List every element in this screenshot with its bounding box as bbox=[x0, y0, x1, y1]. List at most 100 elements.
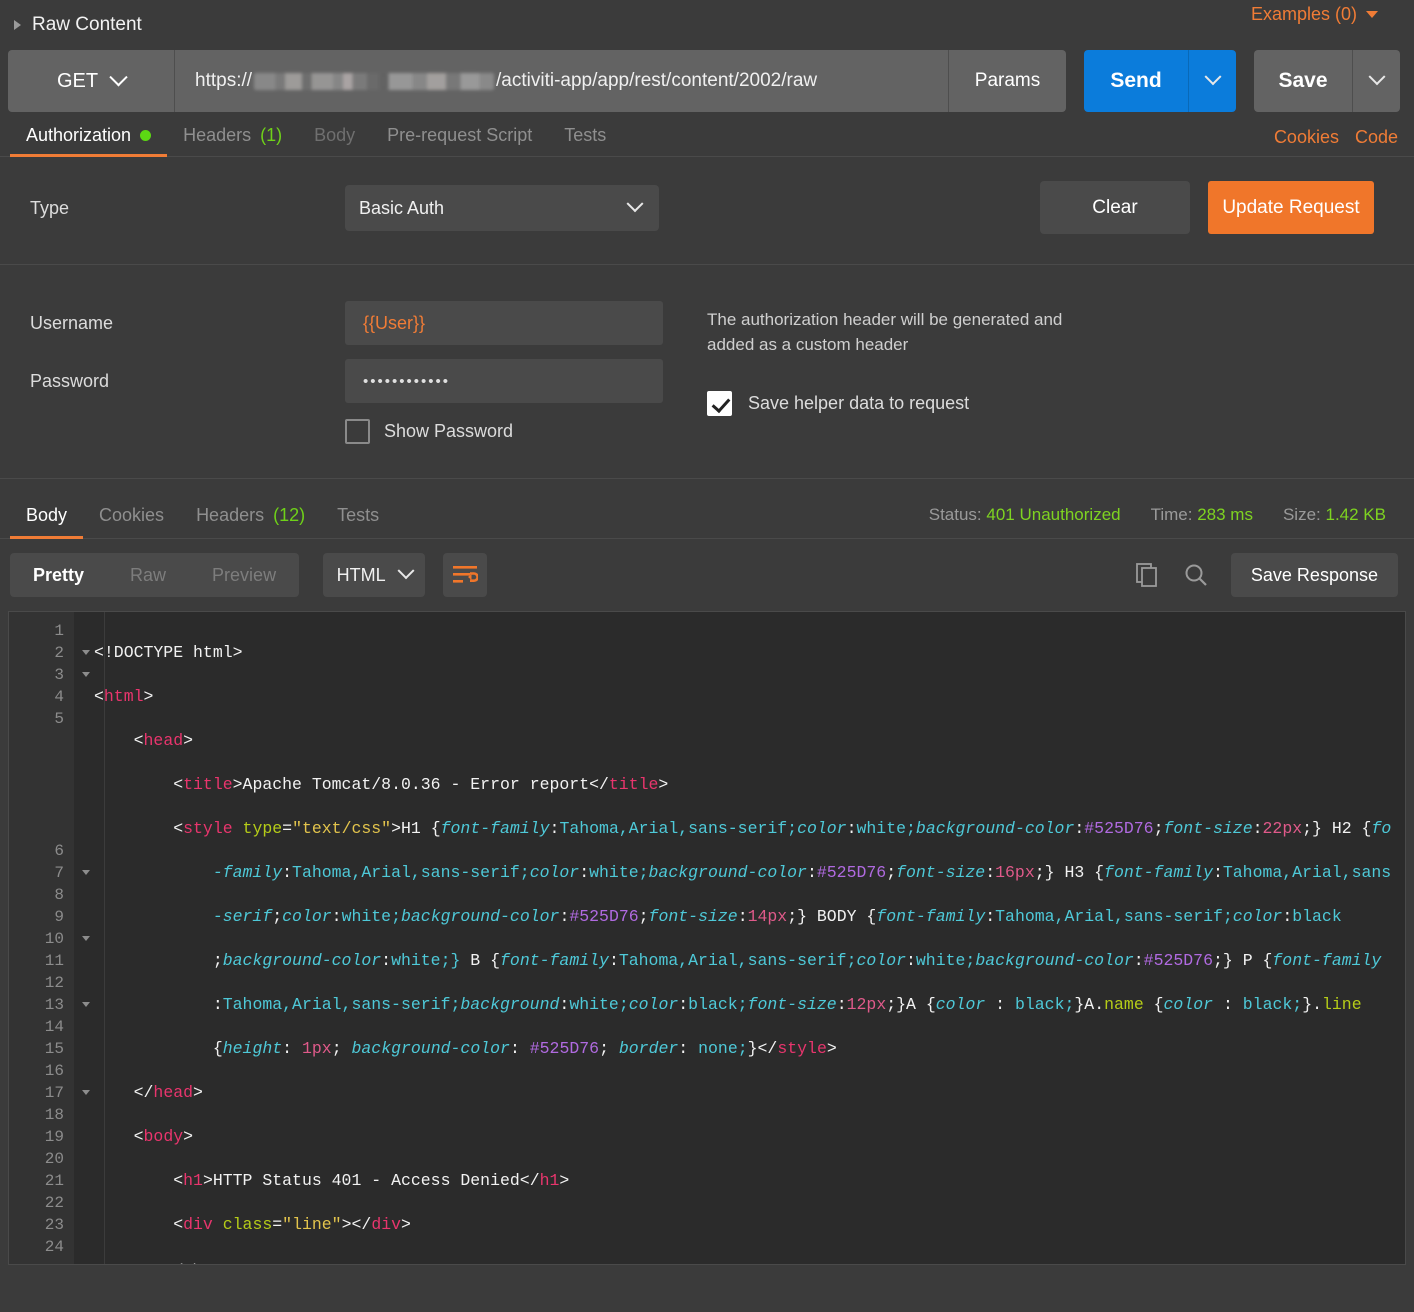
cookies-link[interactable]: Cookies bbox=[1274, 127, 1339, 148]
auth-type-row: Type Basic Auth Clear Update Request bbox=[0, 157, 1414, 265]
response-body-editor[interactable]: 1 2 3 4 5 6 7 8 9 10 11 12 13 14 15 16 1… bbox=[8, 611, 1406, 1265]
save-helper-checkbox[interactable] bbox=[707, 391, 732, 416]
code-line: {height: 1px; background-color: #525D76;… bbox=[212, 1039, 837, 1058]
code-line: <body> bbox=[133, 1127, 194, 1146]
params-button[interactable]: Params bbox=[948, 50, 1066, 112]
time-key: Time: bbox=[1150, 505, 1193, 524]
password-input[interactable]: •••••••••••• bbox=[345, 359, 663, 403]
auth-actions: Clear Update Request bbox=[1040, 181, 1374, 234]
view-raw[interactable]: Raw bbox=[107, 553, 189, 597]
fold-icon[interactable] bbox=[82, 1090, 90, 1095]
redacted-host bbox=[254, 72, 495, 90]
password-label: Password bbox=[30, 371, 110, 391]
size-value: 1.42 KB bbox=[1325, 505, 1387, 524]
line-number-gutter: 1 2 3 4 5 6 7 8 9 10 11 12 13 14 15 16 1… bbox=[9, 612, 90, 1264]
request-url-row: GET https:// /activiti-app/app/rest/conte… bbox=[0, 50, 1414, 112]
expand-triangle-icon[interactable] bbox=[14, 20, 21, 30]
code-line: </head> bbox=[133, 1083, 203, 1102]
language-select[interactable]: HTML bbox=[323, 553, 426, 597]
response-meta: Status: 401 Unauthorized Time: 283 ms Si… bbox=[929, 505, 1386, 525]
response-toolbar: Pretty Raw Preview HTML Save Response bbox=[0, 539, 1414, 611]
tab-count: (12) bbox=[273, 505, 306, 525]
tab-headers[interactable]: Headers (1) bbox=[167, 125, 298, 156]
code-line: <!DOCTYPE html> bbox=[94, 643, 243, 662]
code-line: <p> bbox=[94, 1258, 1405, 1264]
show-password-label: Show Password bbox=[384, 421, 514, 441]
chevron-down-icon bbox=[397, 562, 415, 580]
examples-dropdown[interactable]: Examples (0) bbox=[1251, 4, 1378, 25]
save-helper-row: Save helper data to request bbox=[707, 391, 1087, 416]
code-line: <h1>HTTP Status 401 - Access Denied</h1> bbox=[173, 1171, 570, 1190]
http-method-label: GET bbox=[56, 69, 99, 92]
auth-active-dot-icon bbox=[140, 130, 152, 141]
tab-count: (1) bbox=[260, 125, 283, 145]
copy-icon[interactable] bbox=[1135, 562, 1161, 588]
raw-content-bar: Raw Content Examples (0) bbox=[0, 0, 1414, 50]
code-line: <title>Apache Tomcat/8.0.36 - Error repo… bbox=[173, 775, 669, 794]
code-line: -family:Tahoma,Arial,sans-serif;color:wh… bbox=[212, 863, 1392, 882]
save-helper-label: Save helper data to request bbox=[748, 393, 970, 413]
chevron-down-icon bbox=[109, 67, 128, 86]
username-input[interactable]: {{User}} bbox=[345, 301, 663, 345]
editor-scrollbar[interactable] bbox=[1391, 612, 1405, 1264]
fold-icon[interactable] bbox=[82, 936, 90, 941]
update-request-button[interactable]: Update Request bbox=[1208, 181, 1374, 234]
chevron-down-icon bbox=[1368, 68, 1385, 86]
chevron-down-icon bbox=[626, 195, 644, 213]
auth-helper-text: The authorization header will be generat… bbox=[707, 310, 1063, 354]
code-link[interactable]: Code bbox=[1355, 127, 1398, 148]
size-key: Size: bbox=[1282, 505, 1321, 524]
fold-icon[interactable] bbox=[82, 870, 90, 875]
credential-fields: Username {{User}} Password •••••••••••• … bbox=[0, 301, 707, 444]
language-value: HTML bbox=[336, 564, 386, 585]
request-tabs: Authorization Headers (1) Body Pre-reque… bbox=[0, 112, 1414, 157]
url-prefix: https:// bbox=[195, 70, 253, 91]
response-tab-cookies[interactable]: Cookies bbox=[83, 505, 180, 538]
save-button[interactable]: Save bbox=[1254, 50, 1352, 112]
authorization-panel: Type Basic Auth Clear Update Request Use… bbox=[0, 157, 1414, 479]
tab-pre-request-script[interactable]: Pre-request Script bbox=[371, 125, 548, 156]
url-input[interactable]: https:// /activiti-app/app/rest/content/2… bbox=[174, 50, 948, 112]
time-value: 283 ms bbox=[1197, 505, 1253, 524]
search-icon[interactable] bbox=[1183, 562, 1209, 588]
tab-authorization[interactable]: Authorization bbox=[10, 125, 168, 157]
tab-tests[interactable]: Tests bbox=[548, 125, 622, 156]
code-line: ;background-color:white;} B {font-family… bbox=[212, 951, 1382, 970]
tab-label: Authorization bbox=[26, 125, 132, 145]
view-pretty[interactable]: Pretty bbox=[10, 553, 107, 597]
http-method-selector[interactable]: GET bbox=[8, 50, 174, 112]
send-button[interactable]: Send bbox=[1084, 50, 1188, 112]
chevron-down-icon bbox=[1204, 68, 1221, 86]
code-line: <head> bbox=[133, 731, 194, 750]
status-value: 401 Unauthorized bbox=[986, 505, 1121, 524]
status-key: Status: bbox=[928, 505, 982, 524]
fold-icon[interactable] bbox=[82, 650, 90, 655]
tab-body[interactable]: Body bbox=[298, 125, 371, 156]
word-wrap-toggle[interactable] bbox=[443, 553, 488, 597]
username-label: Username bbox=[30, 313, 114, 333]
fold-icon[interactable] bbox=[82, 1002, 90, 1007]
word-wrap-icon bbox=[453, 566, 479, 583]
save-button-group: Save bbox=[1254, 50, 1400, 112]
auth-type-select[interactable]: Basic Auth bbox=[345, 185, 659, 231]
chevron-down-icon bbox=[1366, 11, 1378, 18]
response-tab-tests[interactable]: Tests bbox=[321, 505, 395, 538]
auth-type-value: Basic Auth bbox=[359, 197, 445, 218]
view-mode-segmented-control: Pretty Raw Preview bbox=[10, 553, 300, 597]
response-toolbar-right: Save Response bbox=[1135, 553, 1398, 597]
fold-icon[interactable] bbox=[82, 672, 90, 677]
send-options-button[interactable] bbox=[1188, 50, 1236, 112]
auth-type-label: Type bbox=[30, 198, 70, 218]
save-response-button[interactable]: Save Response bbox=[1230, 553, 1398, 597]
show-password-row: Show Password bbox=[345, 419, 707, 444]
clear-button[interactable]: Clear bbox=[1040, 181, 1190, 234]
raw-content-label: Raw Content bbox=[32, 14, 142, 35]
save-options-button[interactable] bbox=[1352, 50, 1400, 112]
response-tab-headers[interactable]: Headers (12) bbox=[180, 505, 321, 538]
username-row: Username {{User}} bbox=[0, 301, 707, 345]
response-tab-body[interactable]: Body bbox=[10, 505, 84, 539]
show-password-checkbox[interactable] bbox=[345, 419, 370, 444]
code-content[interactable]: <!DOCTYPE html> <html> <head> <title>Apa… bbox=[74, 612, 1405, 1264]
view-preview[interactable]: Preview bbox=[189, 553, 299, 597]
url-suffix: /activiti-app/app/rest/content/2002/raw bbox=[496, 70, 818, 91]
